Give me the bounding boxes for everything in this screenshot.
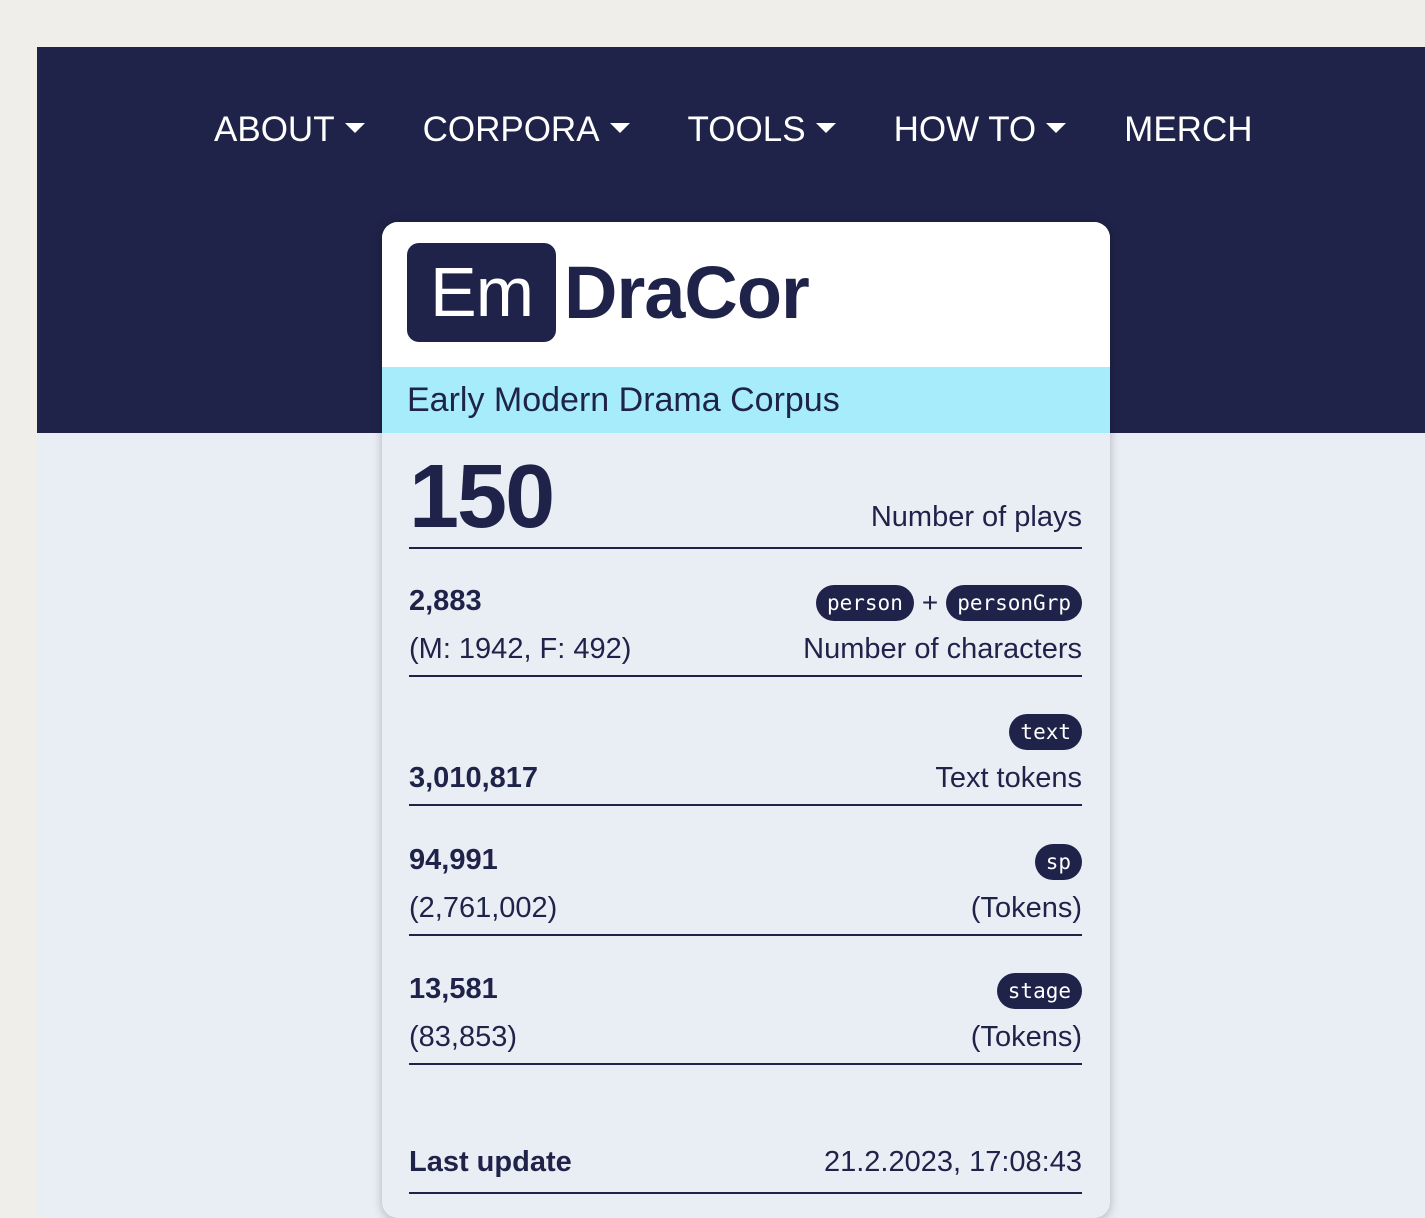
caret-down-icon <box>815 123 836 133</box>
nav-how-to[interactable]: HOW TO <box>894 110 1067 150</box>
last-update-value: 21.2.2023, 17:08:43 <box>823 1146 1082 1178</box>
text-tokens-count: 3,010,817 <box>409 762 539 794</box>
card-header: Em DraCor <box>382 222 1110 367</box>
tag-text: text <box>1009 714 1082 750</box>
caret-down-icon <box>609 123 630 133</box>
nav-merch-label: MERCH <box>1124 110 1253 149</box>
last-update-label: Last update <box>409 1146 572 1178</box>
stage-row: 13,581 (83,853) stage (Tokens) <box>409 967 1082 1065</box>
tag-person: person <box>815 585 914 621</box>
sp-label: (Tokens) <box>970 892 1082 924</box>
last-update-row: Last update 21.2.2023, 17:08:43 <box>409 1142 1082 1194</box>
nav-about-label: ABOUT <box>214 110 335 149</box>
characters-row: 2,883 (M: 1942, F: 492) person + personG… <box>409 579 1082 677</box>
text-tokens-label: Text tokens <box>935 762 1082 794</box>
stage-count: 13,581 <box>409 973 498 1005</box>
tag-persongrp: personGrp <box>946 585 1082 621</box>
characters-breakdown: (M: 1942, F: 492) <box>409 633 632 665</box>
stage-tokens: (83,853) <box>409 1021 518 1053</box>
caret-down-icon <box>344 123 365 133</box>
tag-sp: sp <box>1034 844 1082 880</box>
subtitle-band: Early Modern Drama Corpus <box>382 367 1110 433</box>
sp-count: 94,991 <box>409 844 498 876</box>
plays-count: 150 <box>409 447 555 547</box>
nav-how-to-label: HOW TO <box>893 110 1037 149</box>
plus-sign: + <box>921 587 939 618</box>
sp-tokens: (2,761,002) <box>409 892 558 924</box>
nav-corpora-label: CORPORA <box>422 110 600 149</box>
characters-label: Number of characters <box>803 633 1082 665</box>
logo-em-box: Em <box>407 243 556 342</box>
stage-label: (Tokens) <box>970 1021 1082 1053</box>
tag-stage: stage <box>996 973 1082 1009</box>
plays-row: 150 Number of plays <box>409 447 1082 549</box>
nav-corpora[interactable]: CORPORA <box>423 110 630 150</box>
stage-tags: stage <box>996 973 1082 1009</box>
logo-dracor-text: DraCor <box>564 251 810 334</box>
sp-tags: sp <box>1034 844 1082 880</box>
caret-down-icon <box>1046 123 1067 133</box>
nav-merch[interactable]: MERCH <box>1124 110 1252 150</box>
corpus-card: Em DraCor Early Modern Drama Corpus 150 … <box>382 222 1110 1218</box>
text-tokens-row: text 3,010,817 Text tokens <box>409 708 1082 806</box>
characters-count: 2,883 <box>409 585 482 617</box>
plays-label: Number of plays <box>870 501 1082 533</box>
characters-tags: person + personGrp <box>815 585 1082 621</box>
sp-row: 94,991 (2,761,002) sp (Tokens) <box>409 838 1082 936</box>
corpus-subtitle: Early Modern Drama Corpus <box>407 381 840 419</box>
text-tags: text <box>1009 714 1082 750</box>
main-nav: ABOUT CORPORA TOOLS HOW TO MERCH <box>214 108 1311 152</box>
nav-tools[interactable]: TOOLS <box>688 110 836 150</box>
nav-tools-label: TOOLS <box>687 110 806 149</box>
nav-about[interactable]: ABOUT <box>214 110 365 150</box>
